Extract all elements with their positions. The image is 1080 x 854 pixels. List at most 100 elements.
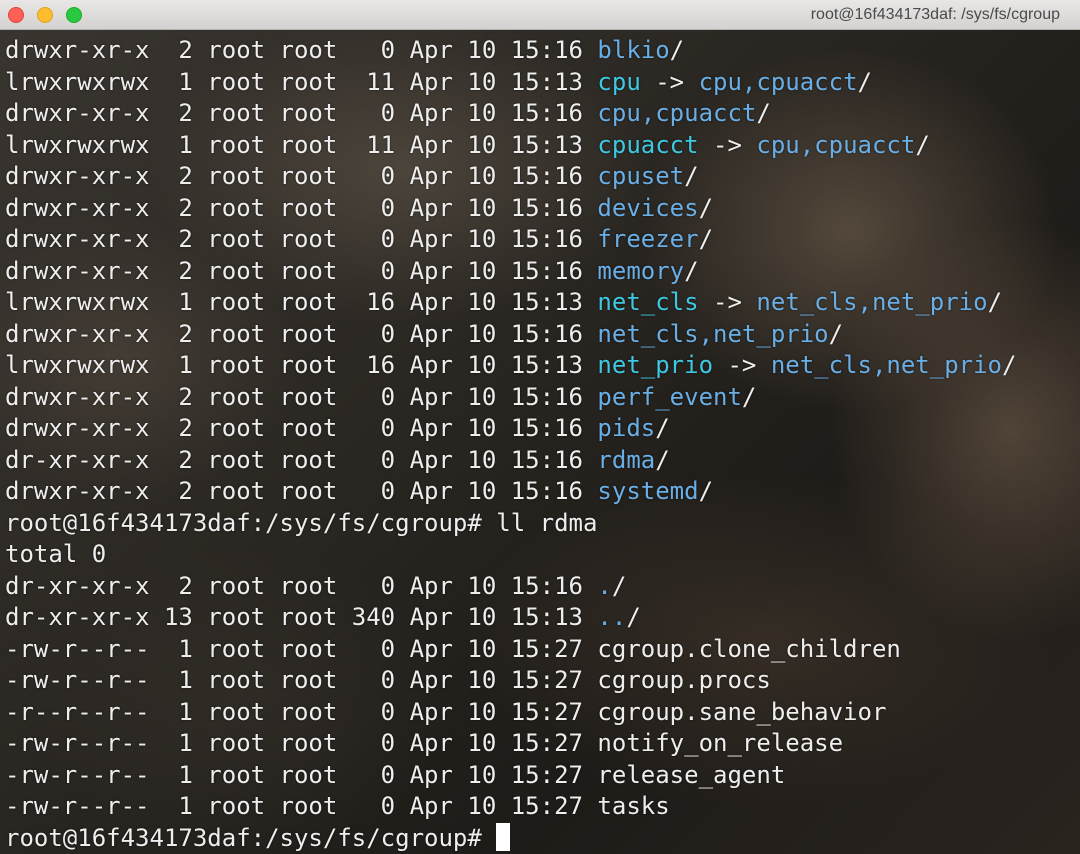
entry-name: systemd [597, 477, 699, 505]
entry-name: pids [597, 414, 656, 442]
entry-metadata: drwxr-xr-x 2 root root 0 Apr 10 15:16 [5, 256, 598, 285]
entry-suffix: / [741, 382, 757, 411]
text-cursor [496, 822, 511, 851]
entry-metadata: lrwxrwxrwx 1 root root 11 Apr 10 15:13 [5, 130, 598, 159]
command-line: root@16f434173daf:/sys/fs/cgroup# ll rdm… [5, 508, 597, 539]
entry-suffix: / [698, 193, 714, 222]
window-title: root@16f434173daf: /sys/fs/cgroup [810, 6, 1060, 23]
entry-name: cpu [597, 67, 641, 96]
listing-entry: -rw-r--r-- 1 root root 0 Apr 10 15:27 ta… [5, 791, 670, 822]
entry-name: cgroup.clone_children [597, 634, 901, 663]
symlink-target: net_cls,net_prio [770, 351, 1002, 379]
listing-entry: lrwxrwxrwx 1 root root 16 Apr 10 15:13 n… [5, 287, 1002, 318]
listing-entry: -rw-r--r-- 1 root root 0 Apr 10 15:27 re… [5, 760, 785, 791]
terminal-output[interactable]: drwxr-xr-x 2 root root 0 Apr 10 15:16 bl… [0, 35, 1080, 854]
entry-name: cgroup.sane_behavior [597, 697, 887, 726]
entry-metadata: dr-xr-xr-x 13 root root 340 Apr 10 15:13 [5, 603, 598, 631]
symlink-arrow: -> [698, 288, 757, 316]
entry-metadata: drwxr-xr-x 2 root root 0 Apr 10 15:16 [5, 193, 598, 222]
title-bar[interactable]: root@16f434173daf: /sys/fs/cgroup [0, 0, 1080, 30]
entry-name: cpu,cpuacct [597, 99, 757, 127]
listing-entry: -rw-r--r-- 1 root root 0 Apr 10 15:27 no… [5, 728, 843, 759]
close-window-button[interactable] [8, 7, 24, 23]
entry-metadata: drwxr-xr-x 2 root root 0 Apr 10 15:16 [5, 414, 598, 442]
entry-suffix: / [1002, 351, 1017, 379]
listing-entry: drwxr-xr-x 2 root root 0 Apr 10 15:16 pi… [5, 413, 670, 444]
entry-name: blkio [597, 36, 670, 64]
entry-name: . [597, 571, 612, 600]
entry-metadata: drwxr-xr-x 2 root root 0 Apr 10 15:16 [5, 99, 598, 127]
symlink-arrow: -> [640, 67, 699, 96]
entry-suffix: / [611, 571, 627, 600]
listing-entry: -rw-r--r-- 1 root root 0 Apr 10 15:27 cg… [5, 665, 771, 696]
minimize-window-button[interactable] [37, 7, 53, 23]
entry-metadata: -rw-r--r-- 1 root root 0 Apr 10 15:27 [5, 792, 598, 820]
entry-metadata: -r--r--r-- 1 root root 0 Apr 10 15:27 [5, 697, 598, 726]
entry-metadata: -rw-r--r-- 1 root root 0 Apr 10 15:27 [5, 666, 598, 694]
listing-entry: drwxr-xr-x 2 root root 0 Apr 10 15:16 me… [5, 256, 699, 287]
listing-entry: dr-xr-xr-x 13 root root 340 Apr 10 15:13… [5, 602, 641, 633]
entry-metadata: -rw-r--r-- 1 root root 0 Apr 10 15:27 [5, 729, 598, 757]
entry-metadata: lrwxrwxrwx 1 root root 16 Apr 10 15:13 [5, 351, 598, 379]
symlink-target: cpu,cpuacct [756, 130, 916, 159]
symlink-arrow: -> [713, 351, 771, 379]
symlink-arrow: -> [698, 130, 757, 159]
terminal-window: root@16f434173daf: /sys/fs/cgroup drwxr-… [0, 0, 1080, 854]
entry-metadata: drwxr-xr-x 2 root root 0 Apr 10 15:16 [5, 225, 598, 253]
listing-entry: lrwxrwxrwx 1 root root 16 Apr 10 15:13 n… [5, 350, 1016, 381]
entry-metadata: drwxr-xr-x 2 root root 0 Apr 10 15:16 [5, 477, 598, 505]
entry-metadata: drwxr-xr-x 2 root root 0 Apr 10 15:16 [5, 162, 598, 190]
entry-suffix: / [857, 67, 872, 96]
entry-metadata: lrwxrwxrwx 1 root root 11 Apr 10 15:13 [5, 67, 598, 96]
zoom-window-button[interactable] [66, 7, 82, 23]
entry-name: net_cls [597, 288, 699, 316]
entry-name: cpuacct [597, 130, 699, 159]
listing-entry: drwxr-xr-x 2 root root 0 Apr 10 15:16 cp… [5, 161, 699, 192]
total-line: total 0 [5, 539, 106, 570]
entry-suffix: / [684, 162, 699, 190]
listing-entry: -r--r--r-- 1 root root 0 Apr 10 15:27 cg… [5, 697, 886, 728]
entry-metadata: lrwxrwxrwx 1 root root 16 Apr 10 15:13 [5, 288, 598, 316]
entry-name: memory [597, 256, 685, 285]
listing-entry: drwxr-xr-x 2 root root 0 Apr 10 15:16 sy… [5, 476, 713, 507]
entry-suffix: / [655, 414, 670, 442]
entry-name: perf_event [597, 382, 742, 411]
listing-entry: lrwxrwxrwx 1 root root 11 Apr 10 15:13 c… [5, 67, 872, 98]
entry-name: cgroup.procs [597, 666, 771, 694]
entry-metadata: drwxr-xr-x 2 root root 0 Apr 10 15:16 [5, 36, 598, 64]
listing-entry: drwxr-xr-x 2 root root 0 Apr 10 15:16 ne… [5, 319, 843, 350]
entry-suffix: / [698, 225, 714, 253]
entry-name: net_cls,net_prio [597, 319, 829, 348]
entry-metadata: drwxr-xr-x 2 root root 0 Apr 10 15:16 [5, 382, 598, 411]
entry-name: devices [597, 193, 699, 222]
entry-name: tasks [597, 792, 670, 820]
entry-name: net_prio [597, 351, 714, 379]
listing-entry: drwxr-xr-x 2 root root 0 Apr 10 15:16 fr… [5, 224, 713, 255]
symlink-target: cpu,cpuacct [698, 67, 858, 96]
symlink-target: net_cls,net_prio [756, 288, 988, 316]
entry-suffix: / [756, 99, 771, 127]
entry-metadata: dr-xr-xr-x 2 root root 0 Apr 10 15:16 [5, 571, 598, 600]
entry-metadata: dr-xr-xr-x 2 root root 0 Apr 10 15:16 [5, 445, 598, 474]
entry-suffix: / [626, 603, 641, 631]
listing-entry: lrwxrwxrwx 1 root root 11 Apr 10 15:13 c… [5, 130, 930, 161]
entry-suffix: / [828, 319, 844, 348]
listing-entry: dr-xr-xr-x 2 root root 0 Apr 10 15:16 ./ [5, 571, 626, 602]
total-text: total 0 [5, 540, 107, 568]
entry-name: cpuset [597, 162, 685, 190]
prompt-line[interactable]: root@16f434173daf:/sys/fs/cgroup# [5, 822, 511, 854]
listing-entry: dr-xr-xr-x 2 root root 0 Apr 10 15:16 rd… [5, 445, 670, 476]
shell-prompt: root@16f434173daf:/sys/fs/cgroup# [5, 823, 497, 852]
entry-suffix: / [684, 256, 699, 285]
entry-suffix: / [698, 477, 714, 505]
listing-entry: drwxr-xr-x 2 root root 0 Apr 10 15:16 de… [5, 193, 713, 224]
listing-entry: -rw-r--r-- 1 root root 0 Apr 10 15:27 cg… [5, 634, 901, 665]
entry-suffix: / [669, 36, 685, 64]
entry-suffix: / [915, 130, 930, 159]
entry-suffix: / [655, 445, 670, 474]
entry-name: rdma [597, 445, 656, 474]
listing-entry: drwxr-xr-x 2 root root 0 Apr 10 15:16 bl… [5, 35, 684, 66]
entry-name: notify_on_release [597, 729, 844, 757]
entry-metadata: -rw-r--r-- 1 root root 0 Apr 10 15:27 [5, 634, 598, 663]
listing-entry: drwxr-xr-x 2 root root 0 Apr 10 15:16 cp… [5, 98, 771, 129]
